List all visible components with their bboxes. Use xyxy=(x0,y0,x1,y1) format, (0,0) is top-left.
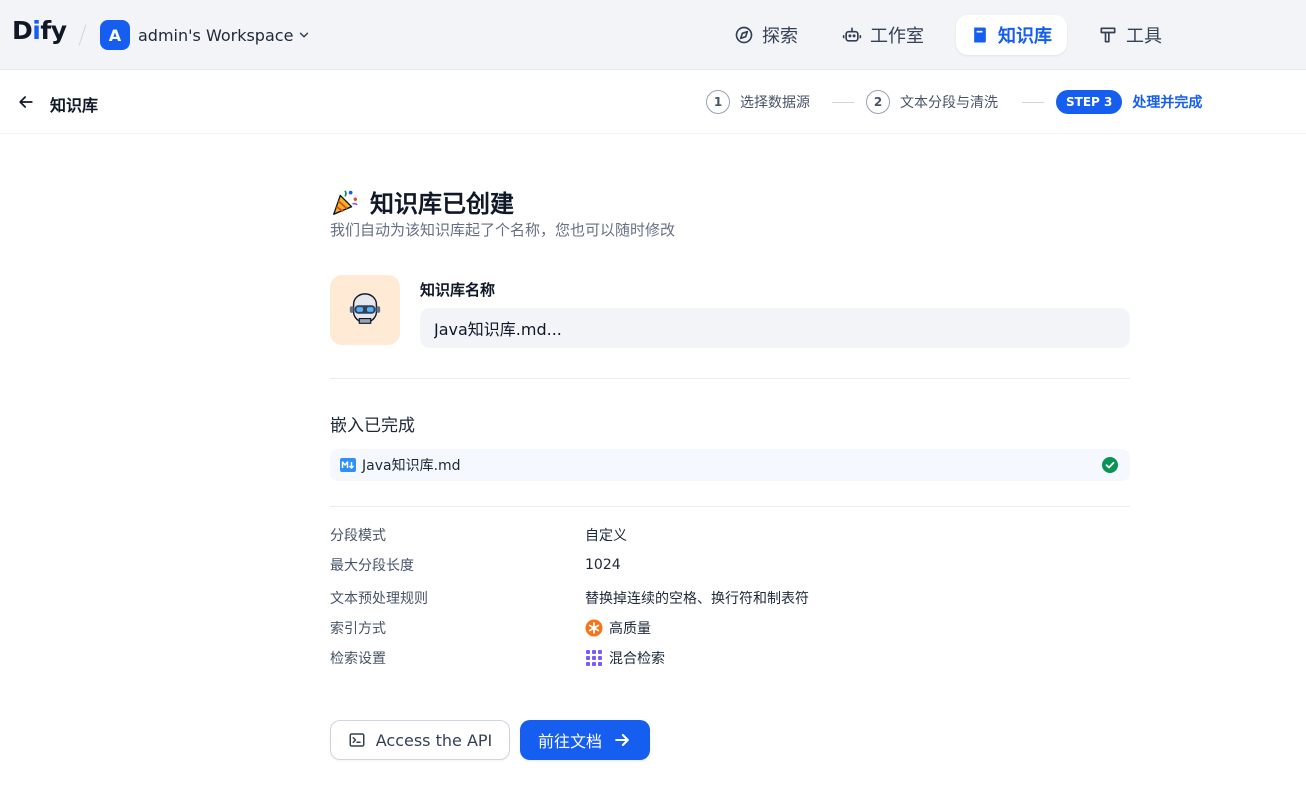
step-1: 1 选择数据源 xyxy=(706,89,810,115)
embedded-file-row: Java知识库.md xyxy=(330,449,1130,481)
compass-icon xyxy=(735,26,753,44)
step-connector xyxy=(832,102,854,103)
step-3-label: 处理并完成 xyxy=(1132,95,1203,111)
info-label: 分段模式 xyxy=(330,528,386,544)
step-connector xyxy=(1022,102,1044,103)
step-2-number: 2 xyxy=(866,90,890,114)
section-divider xyxy=(330,506,1130,507)
info-row-preprocess-rules: 文本预处理规则 替换掉连续的空格、换行符和制表符 xyxy=(330,587,1130,609)
party-popper-icon xyxy=(333,189,358,215)
arrow-right-icon xyxy=(615,733,629,747)
info-label: 索引方式 xyxy=(330,621,386,637)
step-3: STEP 3 处理并完成 xyxy=(1056,89,1202,115)
info-value-retrieval: 混合检索 xyxy=(585,648,665,668)
check-circle-icon xyxy=(1102,457,1118,473)
workspace-switcher[interactable]: A admin's Workspace xyxy=(100,20,311,50)
info-value-text: 混合检索 xyxy=(609,651,665,667)
step-1-number: 1 xyxy=(706,90,730,114)
nav-knowledge-label: 知识库 xyxy=(998,26,1052,47)
knowledge-avatar[interactable] xyxy=(330,275,400,345)
dify-logo[interactable]: Dify xyxy=(12,16,67,45)
book-icon xyxy=(974,27,986,43)
embedded-file-name: Java知识库.md xyxy=(362,458,461,474)
page-subtitle: 我们自动为该知识库起了个名称，您也可以随时修改 xyxy=(330,221,676,239)
header-separator xyxy=(78,24,87,46)
workspace-name: admin's Workspace xyxy=(138,25,294,45)
nav-explore-label: 探索 xyxy=(762,26,798,47)
top-navigation-bar: Dify A admin's Workspace 探索 工作室 知识库 工具 xyxy=(0,0,1306,70)
step-1-label: 选择数据源 xyxy=(740,95,810,111)
info-row-index-method: 索引方式 高质量 xyxy=(330,617,1130,639)
step-2-label: 文本分段与清洗 xyxy=(900,95,998,111)
chevron-down-icon xyxy=(300,32,309,38)
access-api-label: Access the API xyxy=(375,730,493,750)
nav-tools-label: 工具 xyxy=(1126,26,1162,47)
title-row: 知识库已创建 xyxy=(330,184,514,219)
info-label: 最大分段长度 xyxy=(330,558,414,574)
markdown-file-icon xyxy=(340,458,356,472)
step-3-badge: STEP 3 xyxy=(1056,90,1123,114)
go-to-documents-button[interactable]: 前往文档 xyxy=(520,720,650,760)
high-quality-icon xyxy=(585,619,603,637)
robot-face-icon xyxy=(349,293,381,324)
nav-studio-label: 工作室 xyxy=(870,26,924,47)
info-value-index: 高质量 xyxy=(585,618,651,638)
step-2: 2 文本分段与清洗 xyxy=(866,89,998,115)
nav-studio[interactable]: 工作室 xyxy=(828,15,938,55)
info-label: 检索设置 xyxy=(330,651,386,667)
section-divider xyxy=(330,378,1130,379)
info-value-text: 高质量 xyxy=(609,621,651,637)
embedding-status-title: 嵌入已完成 xyxy=(330,416,415,436)
info-value: 替换掉连续的空格、换行符和制表符 xyxy=(585,591,809,607)
info-row-retrieval-setting: 检索设置 混合检索 xyxy=(330,647,1130,669)
robot-icon xyxy=(842,27,862,42)
info-value: 自定义 xyxy=(585,528,627,544)
workspace-avatar: A xyxy=(100,20,130,50)
nav-knowledge[interactable]: 知识库 xyxy=(956,15,1067,55)
logo-letter-d: D xyxy=(12,16,33,45)
info-value: 1024 xyxy=(585,557,621,573)
back-arrow-icon[interactable] xyxy=(16,92,36,112)
knowledge-name-input[interactable] xyxy=(420,308,1130,348)
nav-explore[interactable]: 探索 xyxy=(720,15,812,55)
info-row-max-segment-length: 最大分段长度 1024 xyxy=(330,554,1130,576)
logo-letters-fy: fy xyxy=(40,16,67,45)
info-row-segment-mode: 分段模式 自定义 xyxy=(330,524,1130,546)
step-header: 知识库 1 选择数据源 2 文本分段与清洗 STEP 3 处理并完成 xyxy=(0,70,1306,134)
page-title: 知识库已创建 xyxy=(370,190,514,218)
nav-tools[interactable]: 工具 xyxy=(1084,15,1176,55)
terminal-icon xyxy=(349,733,365,747)
hybrid-search-icon xyxy=(586,650,602,666)
hammer-icon xyxy=(1100,27,1116,43)
knowledge-name-label: 知识库名称 xyxy=(420,281,496,299)
page-breadcrumb-title: 知识库 xyxy=(50,96,99,115)
access-api-button[interactable]: Access the API xyxy=(330,720,510,760)
go-to-documents-label: 前往文档 xyxy=(537,732,602,751)
info-label: 文本预处理规则 xyxy=(330,591,428,607)
